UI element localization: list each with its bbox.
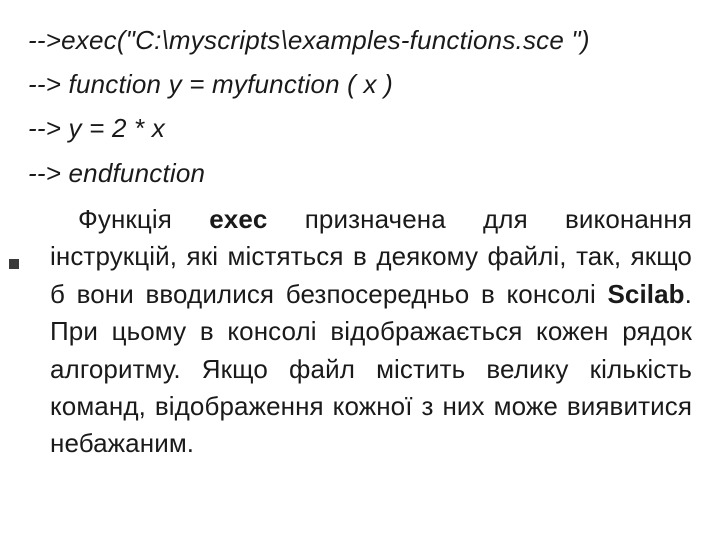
- bold-scilab: Scilab: [607, 279, 684, 309]
- bullet-icon: [9, 259, 19, 269]
- paragraph: Функція exec призначена для виконання ін…: [28, 201, 692, 463]
- code-line-2: --> function y = myfunction ( x ): [28, 62, 692, 106]
- code-line-1: -->exec("C:\myscripts\examples-functions…: [28, 18, 692, 62]
- code-line-3: --> y = 2 * x: [28, 106, 692, 150]
- bold-exec: exec: [209, 204, 267, 234]
- text-segment: Функція: [78, 204, 209, 234]
- code-line-4: --> endfunction: [28, 151, 692, 195]
